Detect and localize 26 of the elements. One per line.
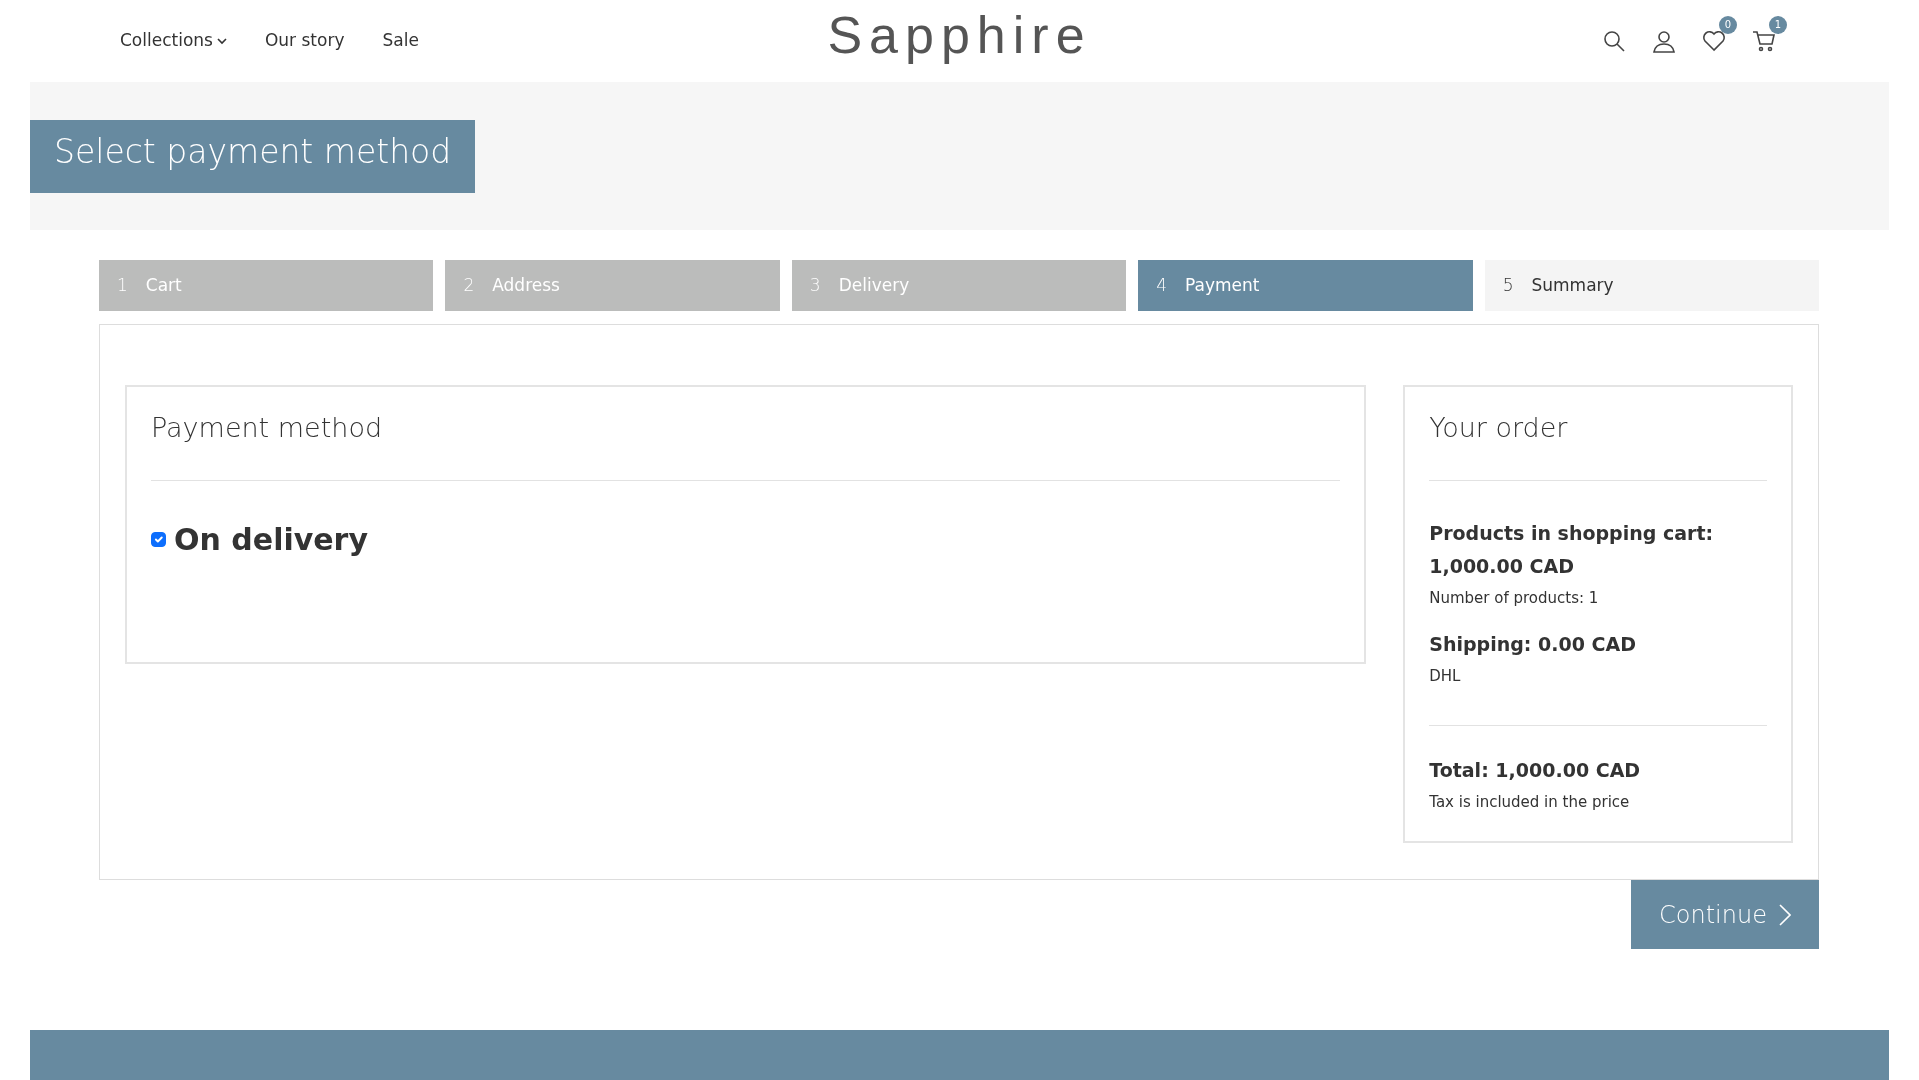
heart-icon (1702, 29, 1726, 54)
carrier-name: DHL (1429, 665, 1462, 687)
summary-label: Products in shopping cart: (1429, 521, 1715, 547)
cart-icon (1752, 29, 1776, 54)
card-title: Your order (1429, 412, 1569, 445)
option-label[interactable]: On delivery (174, 517, 368, 563)
card-title: Payment method (151, 412, 384, 445)
shipping-cost: Shipping: 0.00 CAD (1429, 631, 1637, 657)
site-logo[interactable]: Sapphire (827, 0, 1092, 74)
checkbox[interactable] (151, 532, 166, 548)
order-total: Total: 1,000.00 CAD (1429, 758, 1642, 784)
product-count: Number of products: 1 (1429, 588, 1600, 610)
tax-note: Tax is included in the price (1429, 792, 1631, 814)
nav-link[interactable]: Our story (264, 28, 345, 54)
continue-button[interactable]: Continue (1631, 880, 1819, 949)
nav-link[interactable]: Collections (120, 28, 227, 54)
checkout-step-tab[interactable]: 4 Payment (1138, 260, 1473, 311)
count-badge: 1 (1769, 16, 1787, 34)
count-badge: 0 (1719, 16, 1737, 34)
nav-link[interactable]: Sale (382, 28, 419, 54)
page-title: Select payment method (30, 120, 476, 193)
chevron-right-icon (1778, 903, 1791, 926)
user-icon (1652, 29, 1676, 54)
checkout-step-tab[interactable]: 5 Summary (1484, 260, 1820, 311)
search-icon (1602, 29, 1626, 54)
products-total: 1,000.00 CAD (1429, 554, 1575, 580)
